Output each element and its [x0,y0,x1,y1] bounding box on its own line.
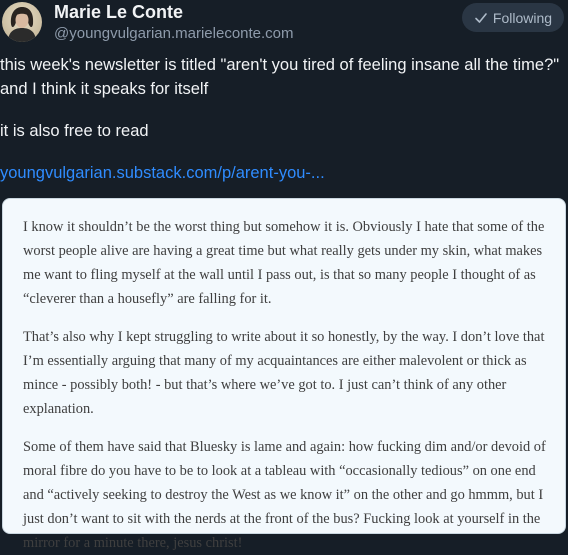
following-button[interactable]: Following [462,3,564,32]
post-body: this week's newsletter is titled "aren't… [0,53,565,101]
image-paragraph-2: That’s also why I kept struggling to wri… [23,329,545,417]
avatar[interactable] [2,2,42,42]
post-text: this week's newsletter is titled "aren't… [0,56,560,98]
newsletter-link[interactable]: youngvulgarian.substack.com/p/arent-you-… [0,164,325,183]
following-button-label: Following [492,9,553,26]
post-text-secondary: it is also free to read [0,122,149,140]
post-header: Marie Le Conte @youngvulgarian.marieleco… [0,0,568,50]
embedded-image[interactable]: I know it shouldn’t be the worst thing b… [2,198,566,551]
image-paragraph-1: I know it shouldn’t be the worst thing b… [23,219,545,307]
author-display-name[interactable]: Marie Le Conte [54,2,183,23]
author-handle[interactable]: @youngvulgarian.marieleconte.com [54,25,294,42]
image-paragraph-3: Some of them have said that Bluesky is l… [23,439,546,551]
avatar-portrait-icon [8,7,36,42]
check-icon [475,12,487,23]
